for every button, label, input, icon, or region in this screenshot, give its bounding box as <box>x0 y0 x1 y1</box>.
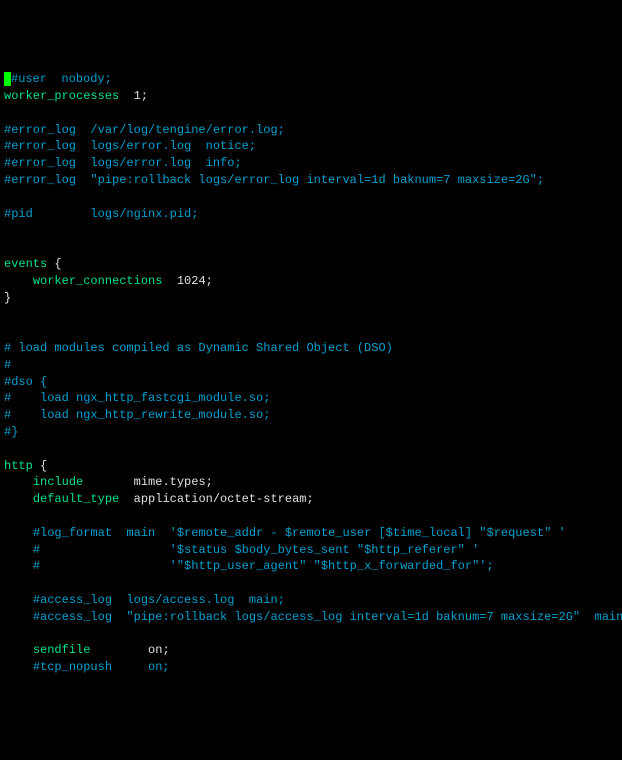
code-line: #dso { <box>4 374 618 391</box>
code-line: default_type application/octet-stream; <box>4 491 618 508</box>
code-token: default_type <box>33 492 119 506</box>
code-line <box>4 508 618 525</box>
code-line: #} <box>4 424 618 441</box>
code-token <box>162 274 176 288</box>
code-token: ; <box>162 643 169 657</box>
code-line <box>4 625 618 642</box>
code-token: #access_log logs/access.log main; <box>33 593 285 607</box>
code-token: ; <box>141 89 148 103</box>
code-line <box>4 189 618 206</box>
code-token <box>4 509 11 523</box>
code-token: #} <box>4 425 18 439</box>
code-line: # load ngx_http_fastcgi_module.so; <box>4 390 618 407</box>
cursor <box>4 72 11 86</box>
code-token: worker_connections <box>33 274 163 288</box>
code-token: #access_log "pipe:rollback logs/access_l… <box>33 610 622 624</box>
code-token: #dso { <box>4 375 47 389</box>
code-token: #error_log "pipe:rollback logs/error_log… <box>4 173 544 187</box>
code-token: 1024 <box>177 274 206 288</box>
code-line: worker_processes 1; <box>4 88 618 105</box>
code-line: #error_log logs/error.log notice; <box>4 138 618 155</box>
code-token <box>4 643 33 657</box>
code-line: # load ngx_http_rewrite_module.so; <box>4 407 618 424</box>
code-line <box>4 441 618 458</box>
code-token: http <box>4 459 33 473</box>
code-line: #log_format main '$remote_addr - $remote… <box>4 525 618 542</box>
code-token <box>4 559 33 573</box>
code-token: on <box>148 643 162 657</box>
code-line: } <box>4 290 618 307</box>
code-token <box>4 660 33 674</box>
code-token <box>4 492 33 506</box>
code-token: #error_log /var/log/tengine/error.log; <box>4 123 285 137</box>
code-line: # <box>4 357 618 374</box>
code-token <box>4 576 11 590</box>
code-token: # '$status $body_bytes_sent "$http_refer… <box>33 543 479 557</box>
code-line: # '"$http_user_agent" "$http_x_forwarded… <box>4 558 618 575</box>
code-line: #error_log "pipe:rollback logs/error_log… <box>4 172 618 189</box>
code-token <box>4 324 11 338</box>
code-token <box>4 526 33 540</box>
code-token <box>4 593 33 607</box>
code-token: # load modules compiled as Dynamic Share… <box>4 341 393 355</box>
code-token <box>4 626 11 640</box>
code-line: http { <box>4 458 618 475</box>
code-token: # '"$http_user_agent" "$http_x_forwarded… <box>33 559 494 573</box>
code-line: #access_log logs/access.log main; <box>4 592 618 609</box>
code-line: events { <box>4 256 618 273</box>
code-line: sendfile on; <box>4 642 618 659</box>
code-token: #pid logs/nginx.pid; <box>4 207 198 221</box>
code-token <box>4 190 11 204</box>
code-token <box>4 274 33 288</box>
code-line: #error_log logs/error.log info; <box>4 155 618 172</box>
code-token: # load ngx_http_fastcgi_module.so; <box>4 391 270 405</box>
code-line <box>4 105 618 122</box>
code-token: events <box>4 257 47 271</box>
code-token: include <box>33 475 83 489</box>
code-token: sendfile <box>33 643 91 657</box>
code-token: application/octet-stream; <box>119 492 313 506</box>
code-token: #tcp_nopush on; <box>33 660 170 674</box>
code-token <box>4 543 33 557</box>
code-token: ; <box>206 274 213 288</box>
code-token: mime.types; <box>83 475 213 489</box>
code-token: 1 <box>134 89 141 103</box>
code-token: } <box>4 291 11 305</box>
code-token: { <box>47 257 61 271</box>
code-line: #pid logs/nginx.pid; <box>4 206 618 223</box>
code-line <box>4 222 618 239</box>
code-token <box>4 307 11 321</box>
code-token: worker_processes <box>4 89 119 103</box>
code-token <box>4 240 11 254</box>
code-line <box>4 306 618 323</box>
code-line: #error_log /var/log/tengine/error.log; <box>4 122 618 139</box>
code-token: #error_log logs/error.log info; <box>4 156 242 170</box>
code-token: # load ngx_http_rewrite_module.so; <box>4 408 270 422</box>
code-token <box>4 442 11 456</box>
code-line: #user nobody; <box>4 71 618 88</box>
code-line: include mime.types; <box>4 474 618 491</box>
code-line: # load modules compiled as Dynamic Share… <box>4 340 618 357</box>
code-token <box>119 89 133 103</box>
code-token: # <box>4 358 11 372</box>
code-line: # '$status $body_bytes_sent "$http_refer… <box>4 542 618 559</box>
terminal-editor[interactable]: #user nobody; worker_processes 1; #error_… <box>4 71 618 676</box>
code-line: worker_connections 1024; <box>4 273 618 290</box>
code-token: #user nobody; <box>11 72 112 86</box>
code-line: #tcp_nopush on; <box>4 659 618 676</box>
code-line: #access_log "pipe:rollback logs/access_l… <box>4 609 618 626</box>
code-line <box>4 575 618 592</box>
code-token <box>4 106 11 120</box>
code-token <box>4 610 33 624</box>
code-token: #log_format main '$remote_addr - $remote… <box>33 526 566 540</box>
code-token <box>4 475 33 489</box>
code-token: #error_log logs/error.log notice; <box>4 139 256 153</box>
code-token <box>4 223 11 237</box>
code-token: { <box>33 459 47 473</box>
code-line <box>4 239 618 256</box>
code-token <box>90 643 148 657</box>
code-line <box>4 323 618 340</box>
